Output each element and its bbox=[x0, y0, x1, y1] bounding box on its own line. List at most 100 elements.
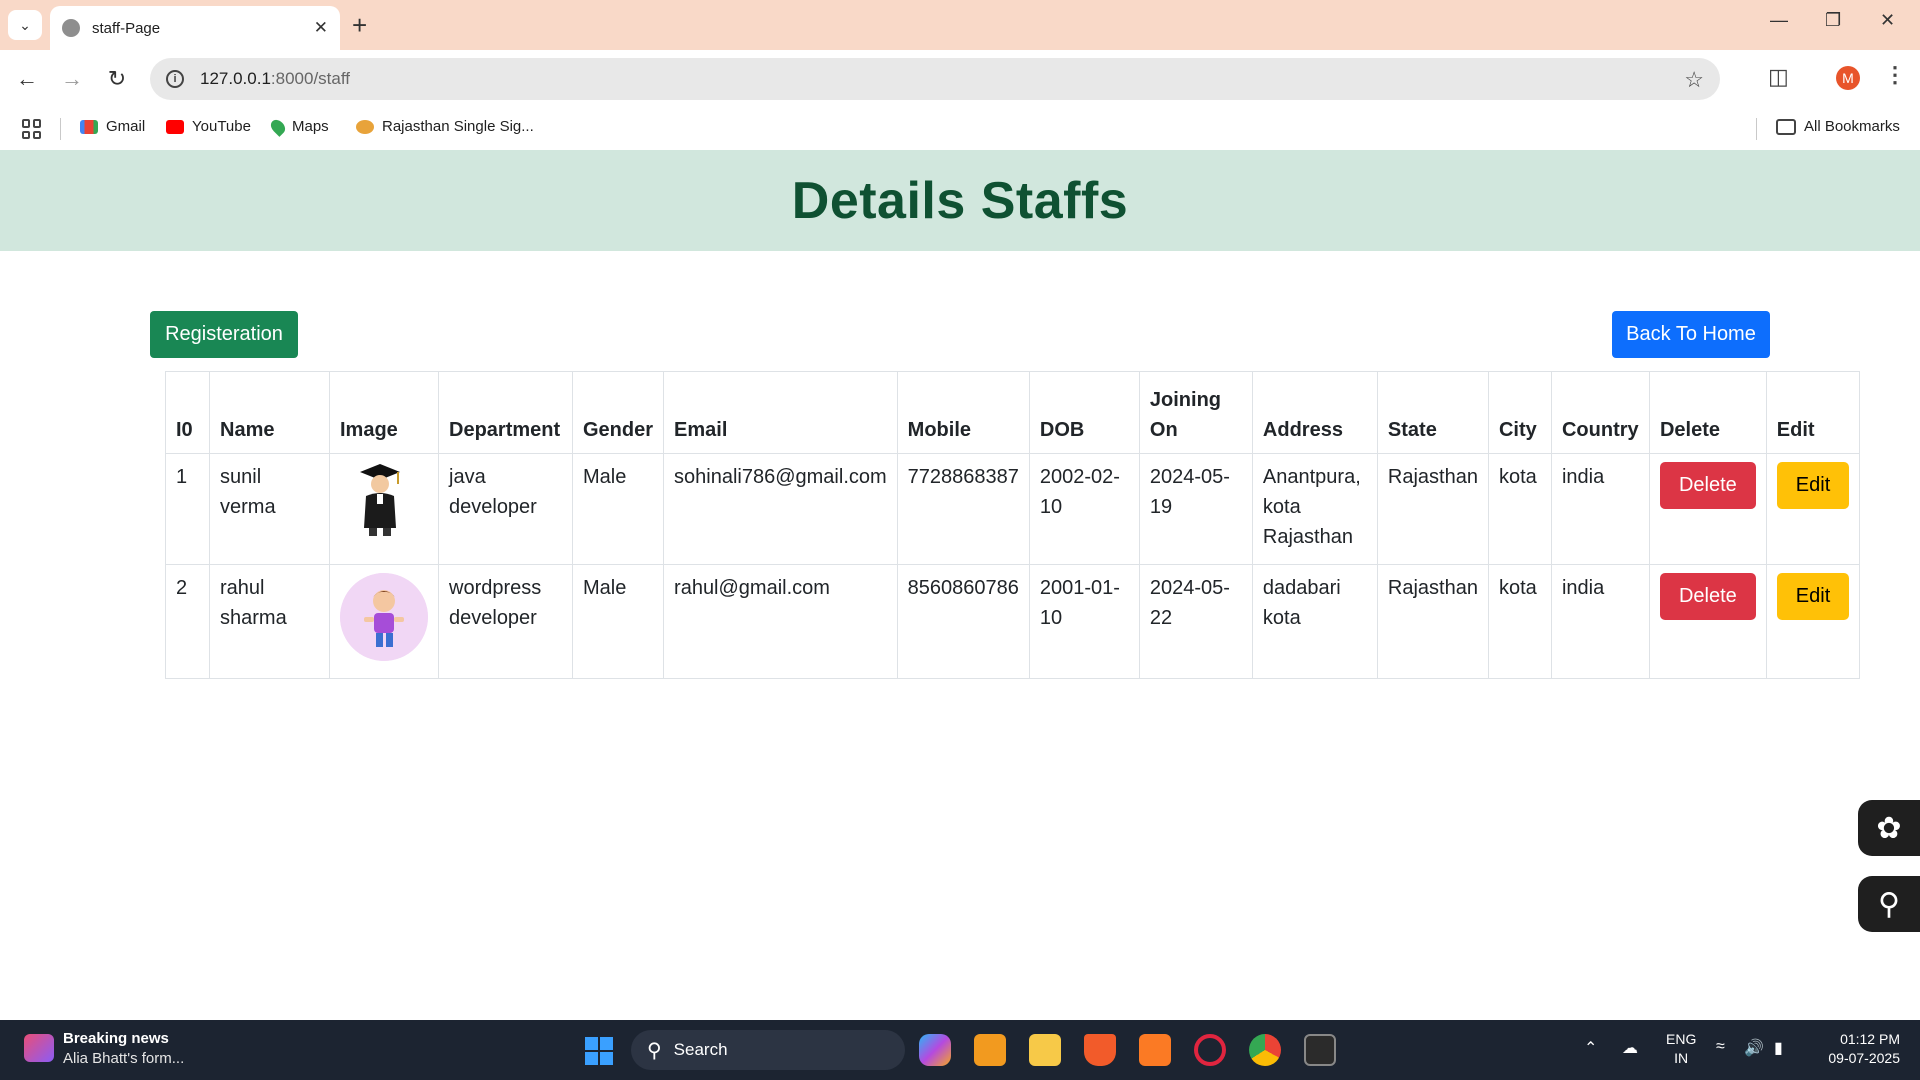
header-name: Name bbox=[209, 371, 330, 454]
cell-address: Anantpura, kota Rajasthan bbox=[1251, 453, 1378, 565]
site-info-icon[interactable]: i bbox=[166, 70, 184, 88]
news-subtitle[interactable]: Alia Bhatt's form... bbox=[63, 1050, 184, 1067]
new-tab-button[interactable]: + bbox=[352, 10, 367, 40]
extensions-icon[interactable]: ◫ bbox=[1768, 64, 1789, 90]
terminal-icon[interactable] bbox=[1304, 1034, 1336, 1066]
cell-country: india bbox=[1550, 564, 1650, 679]
header-edit: Edit bbox=[1765, 371, 1861, 454]
header-address: Address bbox=[1251, 371, 1378, 454]
address-bar[interactable]: i 127.0.0.1:8000/staff ☆ bbox=[150, 58, 1720, 100]
restore-icon[interactable]: ❐ bbox=[1825, 10, 1841, 31]
header-delete: Delete bbox=[1648, 371, 1767, 454]
cell-department: wordpress developer bbox=[438, 564, 573, 679]
header-state: State bbox=[1376, 371, 1489, 454]
onedrive-icon[interactable]: ☁ bbox=[1622, 1038, 1638, 1058]
sublime-text-icon[interactable] bbox=[974, 1034, 1006, 1066]
bookmark-separator bbox=[60, 118, 61, 140]
graduate-avatar-image bbox=[360, 464, 400, 536]
header-dob: DOB bbox=[1028, 371, 1140, 454]
opera-browser-icon[interactable] bbox=[1194, 1034, 1226, 1066]
header-department: Department bbox=[438, 371, 573, 454]
cell-country: india bbox=[1550, 453, 1650, 565]
page-title: Details Staffs bbox=[791, 171, 1129, 230]
chrome-icon[interactable] bbox=[1249, 1034, 1281, 1066]
cell-delete: Delete bbox=[1648, 453, 1767, 565]
table-header-row: I0 Name Image Department Gender Email Mo… bbox=[165, 371, 1861, 454]
minimize-icon[interactable]: — bbox=[1770, 10, 1788, 31]
cell-state: Rajasthan bbox=[1376, 453, 1489, 565]
cell-id: 2 bbox=[165, 564, 210, 679]
folder-icon bbox=[1776, 118, 1796, 135]
edit-button[interactable]: Edit bbox=[1776, 462, 1850, 509]
cell-mobile: 8560860786 bbox=[896, 564, 1030, 679]
volume-icon[interactable]: 🔊 bbox=[1744, 1038, 1764, 1058]
cell-edit: Edit bbox=[1765, 453, 1861, 565]
language-indicator[interactable]: ENG IN bbox=[1666, 1030, 1696, 1068]
cell-mobile: 7728868387 bbox=[896, 453, 1030, 565]
cell-joining: 2024-05-19 bbox=[1138, 453, 1253, 565]
taskbar-search[interactable]: ⚲ Search bbox=[631, 1030, 905, 1070]
news-widget-icon[interactable] bbox=[24, 1034, 54, 1062]
bookmark-maps[interactable]: Maps bbox=[268, 116, 329, 137]
cell-image bbox=[329, 453, 439, 565]
windows-start-icon[interactable] bbox=[585, 1037, 613, 1065]
tab-search-button[interactable]: ⌄ bbox=[8, 10, 42, 40]
forward-arrow-icon[interactable]: → bbox=[57, 64, 87, 94]
cell-name: rahul sharma bbox=[209, 564, 330, 679]
cell-name: sunil verma bbox=[209, 453, 330, 565]
profile-avatar[interactable]: M bbox=[1836, 66, 1860, 90]
cell-address: dadabari kota bbox=[1251, 564, 1378, 679]
bookmark-rajasthan-sso[interactable]: Rajasthan Single Sig... bbox=[356, 118, 534, 135]
delete-button[interactable]: Delete bbox=[1659, 573, 1756, 620]
tab-close-icon[interactable]: ✕ bbox=[314, 18, 328, 38]
apps-grid-icon[interactable] bbox=[22, 119, 42, 139]
cell-email: sohinali786@gmail.com bbox=[663, 453, 898, 565]
cell-dob: 2001-01-10 bbox=[1028, 564, 1140, 679]
cell-joining: 2024-05-22 bbox=[1138, 564, 1253, 679]
registration-button[interactable]: Registeration bbox=[150, 311, 298, 358]
code-inspect-widget[interactable]: ⚲ bbox=[1858, 876, 1920, 932]
youtube-icon bbox=[166, 119, 184, 134]
back-arrow-icon[interactable]: ← bbox=[12, 64, 42, 94]
battery-icon[interactable]: ▮ bbox=[1774, 1038, 1783, 1058]
header-country: Country bbox=[1550, 371, 1650, 454]
staff-table: I0 Name Image Department Gender Email Mo… bbox=[165, 371, 1861, 679]
bookmarks-bar: Gmail YouTube Maps Rajasthan Single Sig.… bbox=[0, 108, 1920, 150]
xampp-icon[interactable] bbox=[1139, 1034, 1171, 1066]
page-header: Details Staffs bbox=[0, 150, 1920, 251]
more-menu-icon[interactable]: ⋮ bbox=[1884, 62, 1906, 88]
ai-assistant-widget[interactable]: ✿ bbox=[1858, 800, 1920, 856]
bookmark-star-icon[interactable]: ☆ bbox=[1684, 67, 1704, 93]
cell-delete: Delete bbox=[1648, 564, 1767, 679]
back-to-home-button[interactable]: Back To Home bbox=[1612, 311, 1770, 358]
browser-tab[interactable]: staff-Page ✕ bbox=[50, 6, 340, 50]
url-text: 127.0.0.1:8000/staff bbox=[200, 69, 350, 88]
table-row: 2 rahul sharma wordpress developer Male … bbox=[165, 564, 1861, 679]
edit-button[interactable]: Edit bbox=[1776, 573, 1850, 620]
reload-icon[interactable]: ↻ bbox=[102, 64, 132, 94]
tray-expand-icon[interactable]: ⌃ bbox=[1584, 1038, 1597, 1058]
cell-gender: Male bbox=[571, 564, 665, 679]
system-clock[interactable]: 01:12 PM 09-07-2025 bbox=[1810, 1030, 1900, 1068]
cell-gender: Male bbox=[571, 453, 665, 565]
all-bookmarks[interactable]: All Bookmarks bbox=[1776, 118, 1900, 135]
bookmark-separator bbox=[1756, 118, 1757, 140]
news-title[interactable]: Breaking news bbox=[63, 1030, 169, 1047]
header-email: Email bbox=[663, 371, 898, 454]
file-explorer-icon[interactable] bbox=[1029, 1034, 1061, 1066]
delete-button[interactable]: Delete bbox=[1659, 462, 1756, 509]
bookmark-gmail[interactable]: Gmail bbox=[80, 118, 145, 135]
cell-id: 1 bbox=[165, 453, 210, 565]
cell-image bbox=[329, 564, 439, 679]
tab-strip: ⌄ staff-Page ✕ + — ❐ ✕ bbox=[0, 0, 1920, 50]
header-city: City bbox=[1487, 371, 1552, 454]
cell-edit: Edit bbox=[1765, 564, 1861, 679]
bookmark-youtube[interactable]: YouTube bbox=[166, 118, 251, 135]
windows-taskbar: Breaking news Alia Bhatt's form... ⚲ Sea… bbox=[0, 1020, 1920, 1080]
maps-pin-icon bbox=[268, 116, 288, 137]
wifi-icon[interactable]: ≈ bbox=[1716, 1038, 1725, 1056]
brave-browser-icon[interactable] bbox=[1084, 1034, 1116, 1066]
cartoon-boy-avatar-image bbox=[340, 573, 428, 661]
copilot-icon[interactable] bbox=[919, 1034, 951, 1066]
window-close-icon[interactable]: ✕ bbox=[1880, 10, 1895, 31]
